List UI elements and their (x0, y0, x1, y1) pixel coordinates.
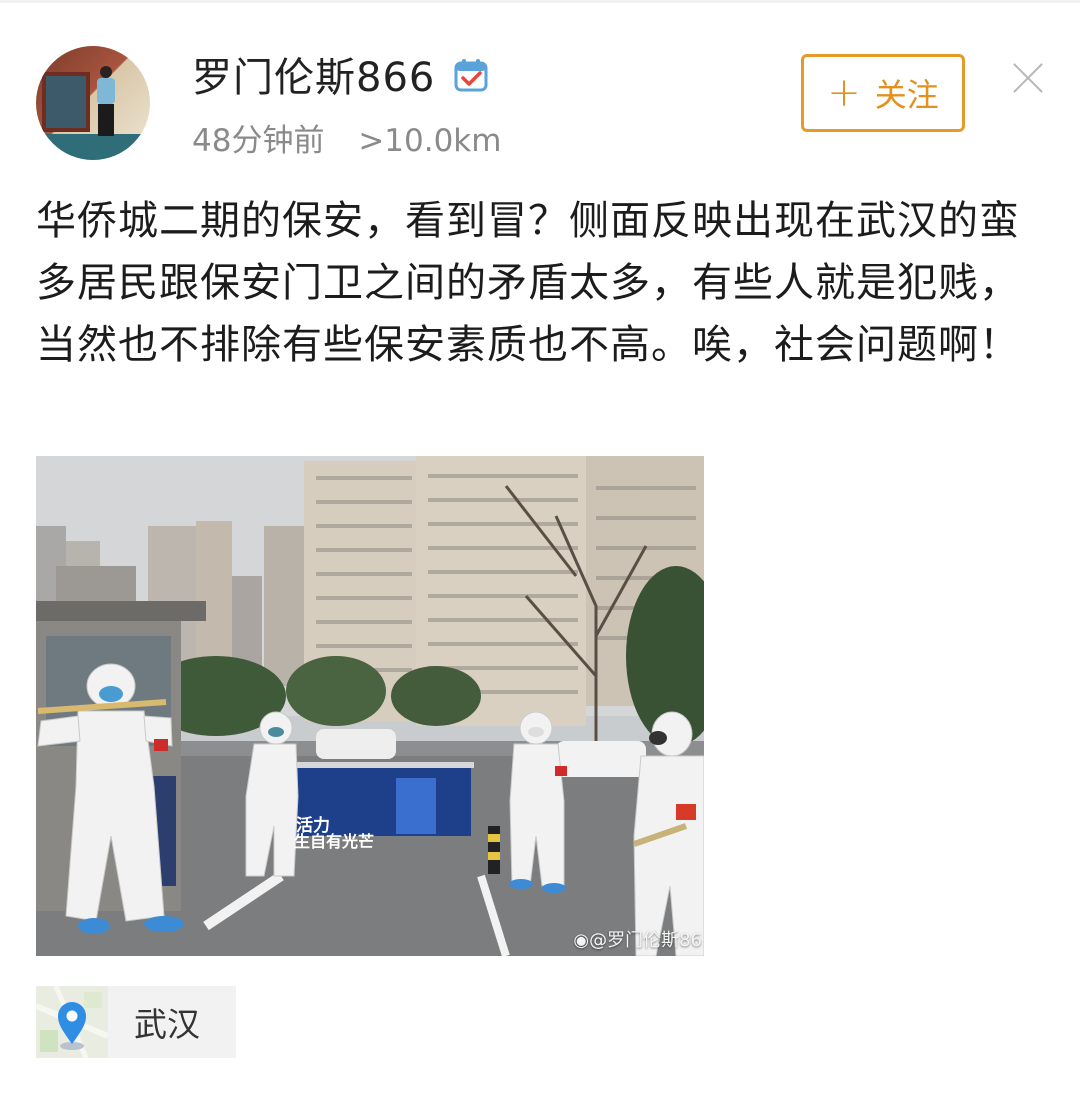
location-label: 武汉 (134, 1005, 200, 1044)
distance: >10.0km (358, 123, 502, 159)
watermark-text: @罗门伦斯86 (589, 930, 702, 951)
location-tag[interactable]: 武汉 (36, 986, 236, 1058)
image-watermark: ◉@罗门伦斯86 (573, 926, 702, 952)
post-text: 华侨城二期的保安，看到冒？侧面反映出现在武汉的蛮多居民跟保安门卫之间的矛盾太多，… (36, 198, 1020, 368)
follow-label: 关注 (874, 76, 939, 114)
top-divider (0, 0, 1080, 3)
calendar-check-icon (454, 59, 488, 92)
time-ago: 48分钟前 (192, 123, 325, 159)
map-pin-icon (36, 986, 108, 1058)
post-image[interactable]: 活力 生自有光芒 ◉@罗门伦斯86 (36, 456, 704, 956)
plus-icon: + (827, 70, 861, 116)
map-thumbnail (36, 986, 108, 1058)
avatar[interactable] (36, 46, 150, 160)
close-icon[interactable] (1010, 60, 1046, 96)
banner-text-sub: 生自有光芒 (294, 832, 375, 851)
username[interactable]: 罗门伦斯866 (192, 52, 435, 104)
follow-button[interactable]: + 关注 (801, 54, 965, 132)
post-meta: 48分钟前 >10.0km (192, 120, 525, 162)
weibo-icon: ◉ (573, 930, 590, 951)
